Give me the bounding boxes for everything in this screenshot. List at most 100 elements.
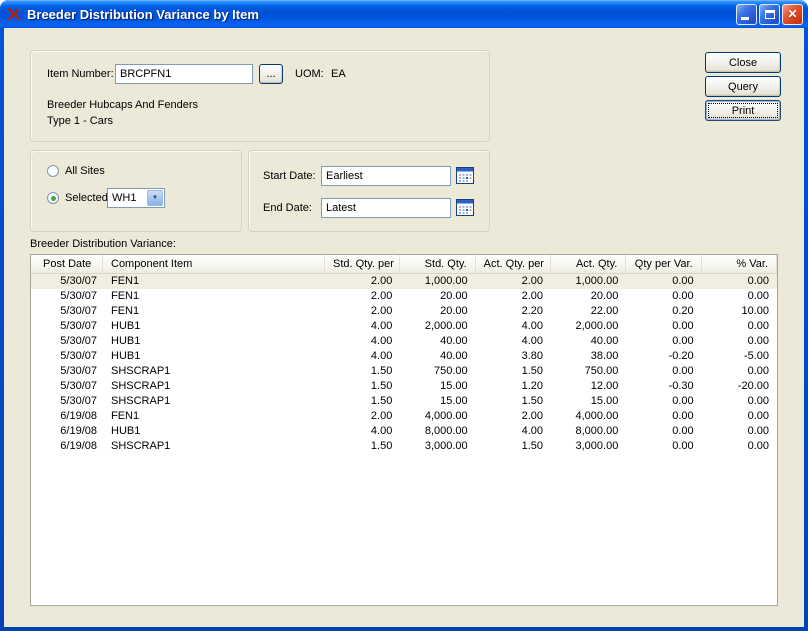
table-cell: 750.00 bbox=[551, 364, 626, 379]
table-cell: HUB1 bbox=[103, 319, 325, 334]
table-cell: 5/30/07 bbox=[31, 334, 103, 349]
table-cell: 1.50 bbox=[476, 364, 551, 379]
uom-label: UOM: bbox=[295, 68, 324, 80]
table-cell: 1.50 bbox=[325, 379, 400, 394]
table-cell: SHSCRAP1 bbox=[103, 394, 325, 409]
table-row[interactable]: 5/30/07FEN12.0020.002.0020.000.000.00 bbox=[31, 289, 777, 304]
table-cell: 1.20 bbox=[476, 379, 551, 394]
close-window-button[interactable]: ✕ bbox=[782, 4, 803, 25]
browse-button[interactable]: ... bbox=[259, 64, 283, 84]
table-row[interactable]: 5/30/07SHSCRAP11.5015.001.5015.000.000.0… bbox=[31, 394, 777, 409]
table-cell: 0.00 bbox=[702, 394, 777, 409]
table-cell: 6/19/08 bbox=[31, 409, 103, 424]
start-date-calendar-button[interactable] bbox=[455, 167, 475, 186]
radio-dot bbox=[51, 196, 56, 201]
app-icon bbox=[6, 6, 22, 22]
table-cell: 15.00 bbox=[400, 379, 475, 394]
column-header[interactable]: Act. Qty. per bbox=[476, 255, 551, 273]
table-cell: 5/30/07 bbox=[31, 364, 103, 379]
column-header[interactable]: Qty per Var. bbox=[626, 255, 701, 273]
titlebar-buttons: ✕ bbox=[736, 4, 803, 25]
table-row[interactable]: 5/30/07HUB14.002,000.004.002,000.000.000… bbox=[31, 319, 777, 334]
table-row[interactable]: 5/30/07FEN12.001,000.002.001,000.000.000… bbox=[31, 274, 777, 289]
table-cell: 750.00 bbox=[400, 364, 475, 379]
table-cell: 5/30/07 bbox=[31, 349, 103, 364]
start-date-label: Start Date: bbox=[263, 170, 316, 182]
table-cell: 1,000.00 bbox=[551, 274, 626, 289]
table-cell: 15.00 bbox=[551, 394, 626, 409]
table-cell: FEN1 bbox=[103, 304, 325, 319]
table-cell: 5/30/07 bbox=[31, 304, 103, 319]
table-row[interactable]: 5/30/07HUB14.0040.003.8038.00-0.20-5.00 bbox=[31, 349, 777, 364]
table-cell: -0.20 bbox=[626, 349, 701, 364]
item-type: Type 1 - Cars bbox=[47, 115, 113, 127]
chevron-down-icon: ▼ bbox=[147, 190, 163, 206]
table-header-row: Post DateComponent ItemStd. Qty. perStd.… bbox=[31, 255, 777, 274]
table-cell: 20.00 bbox=[551, 289, 626, 304]
table-cell: 4.00 bbox=[476, 334, 551, 349]
table-row[interactable]: 5/30/07SHSCRAP11.50750.001.50750.000.000… bbox=[31, 364, 777, 379]
dates-groupbox: Start Date: End Date: bbox=[248, 150, 490, 232]
all-sites-radio[interactable] bbox=[47, 165, 59, 177]
print-button[interactable]: Print bbox=[705, 100, 781, 121]
table-cell: -5.00 bbox=[702, 349, 777, 364]
table-cell: 1.50 bbox=[476, 394, 551, 409]
table-cell: 0.00 bbox=[702, 289, 777, 304]
table-cell: 2,000.00 bbox=[400, 319, 475, 334]
window: Breeder Distribution Variance by Item ✕ … bbox=[0, 0, 808, 631]
column-header[interactable]: Act. Qty. bbox=[551, 255, 626, 273]
table-cell: 2.00 bbox=[476, 274, 551, 289]
end-date-calendar-button[interactable] bbox=[455, 199, 475, 218]
column-header[interactable]: Std. Qty. per bbox=[325, 255, 400, 273]
table-cell: HUB1 bbox=[103, 349, 325, 364]
selected-sites-radio[interactable] bbox=[47, 192, 59, 204]
selected-sites-option: Selected: bbox=[47, 192, 111, 204]
uom-value: EA bbox=[331, 68, 346, 80]
titlebar: Breeder Distribution Variance by Item ✕ bbox=[0, 0, 808, 28]
table-cell: 40.00 bbox=[551, 334, 626, 349]
start-date-input[interactable] bbox=[321, 166, 451, 186]
end-date-input[interactable] bbox=[321, 198, 451, 218]
table-cell: 2.00 bbox=[325, 274, 400, 289]
column-header[interactable]: Std. Qty. bbox=[400, 255, 475, 273]
table-cell: 4.00 bbox=[325, 424, 400, 439]
query-button[interactable]: Query bbox=[705, 76, 781, 97]
table-cell: 0.00 bbox=[626, 424, 701, 439]
table-body: 5/30/07FEN12.001,000.002.001,000.000.000… bbox=[31, 274, 777, 454]
table-cell: 1.50 bbox=[325, 439, 400, 454]
table-cell: 15.00 bbox=[400, 394, 475, 409]
minimize-button[interactable] bbox=[736, 4, 757, 25]
table-cell: 20.00 bbox=[400, 304, 475, 319]
table-cell: 22.00 bbox=[551, 304, 626, 319]
table-row[interactable]: 6/19/08HUB14.008,000.004.008,000.000.000… bbox=[31, 424, 777, 439]
column-header[interactable]: % Var. bbox=[702, 255, 777, 273]
table-cell: FEN1 bbox=[103, 289, 325, 304]
table-cell: 0.00 bbox=[626, 394, 701, 409]
site-dropdown[interactable]: WH1 ▼ bbox=[107, 188, 165, 208]
sites-groupbox: All Sites Selected: WH1 ▼ bbox=[30, 150, 242, 232]
table-cell: 0.00 bbox=[626, 409, 701, 424]
table-cell: 0.00 bbox=[702, 319, 777, 334]
table-row[interactable]: 5/30/07FEN12.0020.002.2022.000.2010.00 bbox=[31, 304, 777, 319]
item-groupbox: Item Number: ... UOM: EA Breeder Hubcaps… bbox=[30, 50, 490, 142]
table-cell: 40.00 bbox=[400, 334, 475, 349]
close-icon: ✕ bbox=[787, 8, 797, 20]
column-header[interactable]: Post Date bbox=[31, 255, 103, 273]
column-header[interactable]: Component Item bbox=[103, 255, 325, 273]
site-dropdown-value: WH1 bbox=[108, 192, 146, 204]
table-cell: 2.00 bbox=[476, 409, 551, 424]
table-row[interactable]: 5/30/07SHSCRAP11.5015.001.2012.00-0.30-2… bbox=[31, 379, 777, 394]
table-cell: 1.50 bbox=[325, 364, 400, 379]
table-cell: 4.00 bbox=[325, 349, 400, 364]
close-button[interactable]: Close bbox=[705, 52, 781, 73]
table-row[interactable]: 6/19/08SHSCRAP11.503,000.001.503,000.000… bbox=[31, 439, 777, 454]
table-cell: SHSCRAP1 bbox=[103, 439, 325, 454]
table-row[interactable]: 6/19/08FEN12.004,000.002.004,000.000.000… bbox=[31, 409, 777, 424]
table-cell: 3,000.00 bbox=[551, 439, 626, 454]
table-cell: FEN1 bbox=[103, 274, 325, 289]
item-number-input[interactable] bbox=[115, 64, 253, 84]
table-row[interactable]: 5/30/07HUB14.0040.004.0040.000.000.00 bbox=[31, 334, 777, 349]
table-cell: 5/30/07 bbox=[31, 379, 103, 394]
maximize-button[interactable] bbox=[759, 4, 780, 25]
table-cell: 8,000.00 bbox=[400, 424, 475, 439]
